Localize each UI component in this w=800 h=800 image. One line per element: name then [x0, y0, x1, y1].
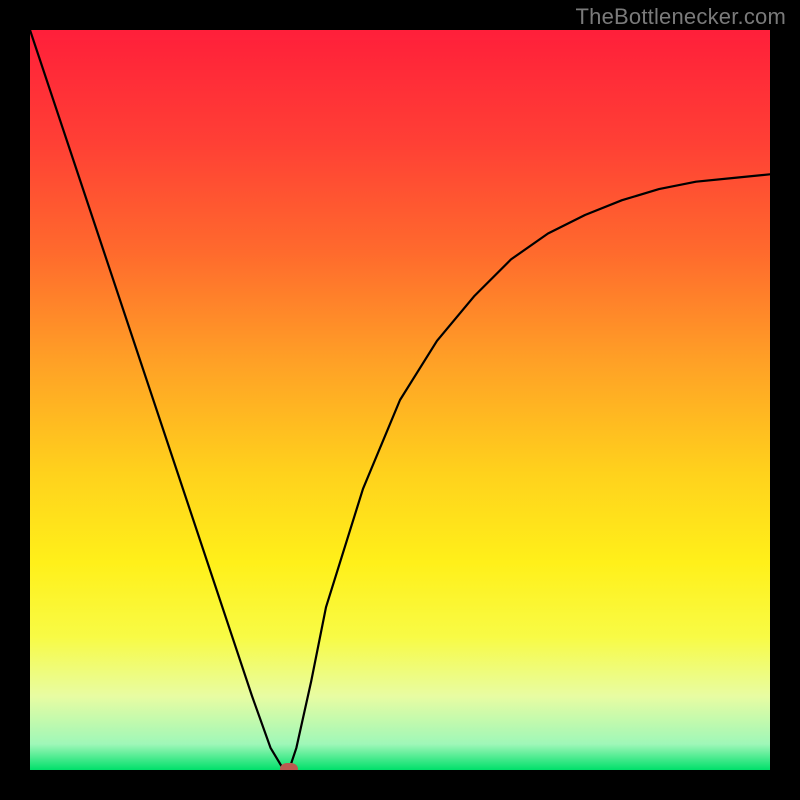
chart-svg — [30, 30, 770, 770]
chart-frame: TheBottlenecker.com — [0, 0, 800, 800]
watermark-text: TheBottlenecker.com — [576, 4, 786, 30]
plot-area — [30, 30, 770, 770]
optimal-marker — [280, 763, 298, 770]
